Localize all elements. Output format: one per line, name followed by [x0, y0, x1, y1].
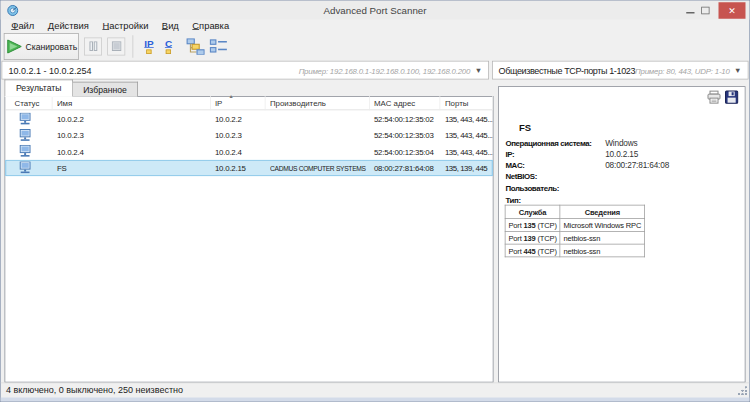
- app-window: Advanced Port Scanner ✕ Файл Действия На…: [0, 0, 750, 402]
- ports-value: Общеизвестные TCP-порты 1-1023: [499, 65, 635, 76]
- ip-range-hint: Пример: 192.168.0.1-192.168.0.100, 192.1…: [299, 66, 471, 75]
- table-header: Статус Имя IP▲ Производитель MAC адрес П…: [5, 96, 493, 110]
- toolbar-separator: [132, 35, 133, 58]
- tab-strip: Результаты Избранное: [5, 80, 138, 97]
- field-label: Пользователь:: [505, 183, 605, 194]
- field-label: Тип:: [505, 194, 605, 205]
- scan-button[interactable]: Сканировать: [4, 33, 79, 60]
- ip-scan-button[interactable]: IP: [140, 33, 158, 59]
- service-row: Port 445 (TCP) netbios-ssn: [505, 244, 645, 257]
- table-row-selected[interactable]: FS 10.0.2.15 CADMUS COMPUTER SYSTEMS 08:…: [5, 160, 493, 176]
- table-row[interactable]: 10.0.2.2 10.0.2.2 52:54:00:12:35:02 135,…: [5, 110, 493, 126]
- menu-file[interactable]: Файл: [5, 20, 42, 31]
- details-panel: FS Операционная система:Windows IP:10.0.…: [498, 86, 745, 382]
- ip-range-input[interactable]: 10.0.2.1 - 10.0.2.254 Пример: 192.168.0.…: [2, 61, 489, 80]
- computer-status-icon: [5, 145, 52, 158]
- detail-hostname: FS: [519, 123, 531, 134]
- table-row[interactable]: 10.0.2.3 10.0.2.3 52:54:00:12:35:03 135,…: [5, 127, 493, 143]
- field-label: IP:: [505, 149, 605, 160]
- field-label: NetBIOS:: [505, 171, 605, 182]
- c-class-icon: C: [165, 39, 172, 49]
- services-col-info: Сведения: [560, 205, 644, 219]
- column-header-manufacturer[interactable]: Производитель: [265, 96, 369, 110]
- column-header-ip[interactable]: IP▲: [211, 96, 266, 110]
- ports-hint: Пример: 80, 443, UDP: 1-10: [635, 66, 730, 75]
- column-header-status[interactable]: Статус: [5, 96, 52, 110]
- close-button[interactable]: ✕: [719, 2, 746, 19]
- field-value: 08:00:27:81:64:08: [605, 160, 669, 171]
- minimize-button[interactable]: [683, 7, 698, 14]
- c-class-button[interactable]: C: [161, 33, 176, 59]
- ports-input[interactable]: Общеизвестные TCP-порты 1-1023 Пример: 8…: [492, 61, 748, 80]
- main-area: Результаты Избранное Статус Имя IP▲ Прои…: [1, 80, 750, 383]
- table-row[interactable]: 10.0.2.4 10.0.2.4 52:54:00:12:35:04 135,…: [5, 143, 493, 159]
- ip-range-value: 10.0.2.1 - 10.0.2.254: [8, 65, 91, 76]
- results-panel: Статус Имя IP▲ Производитель MAC адрес П…: [5, 96, 494, 383]
- window-title: Advanced Port Scanner: [1, 5, 750, 16]
- column-header-mac[interactable]: MAC адрес: [369, 96, 440, 110]
- app-icon: [7, 4, 19, 16]
- maximize-button[interactable]: [698, 6, 713, 14]
- toolbar: Сканировать IP C: [1, 32, 750, 61]
- column-header-name[interactable]: Имя: [52, 96, 210, 110]
- field-label: Операционная система:: [505, 137, 605, 148]
- computer-status-icon: [5, 129, 52, 142]
- pause-icon: [88, 41, 98, 51]
- field-value: Windows: [605, 137, 637, 148]
- chevron-down-icon[interactable]: ▼: [475, 66, 482, 74]
- play-icon: [6, 39, 23, 54]
- status-bar: 4 включено, 0 выключено, 250 неизвестно: [1, 382, 750, 397]
- window-frame-bottom: [1, 397, 750, 401]
- menu-help[interactable]: Справка: [186, 20, 236, 31]
- field-label: MAC:: [505, 160, 605, 171]
- field-value: 10.0.2.15: [605, 149, 638, 160]
- services-col-service: Служба: [505, 205, 560, 219]
- service-row: Port 139 (TCP) netbios-ssn: [505, 232, 645, 245]
- menu-settings[interactable]: Настройки: [96, 20, 155, 31]
- pause-button[interactable]: [84, 37, 102, 55]
- stop-icon: [111, 41, 121, 51]
- tab-favorites[interactable]: Избранное: [73, 82, 138, 97]
- sort-asc-icon: ▲: [229, 93, 234, 98]
- service-row: Port 135 (TCP) Microsoft Windows RPC: [505, 219, 645, 232]
- computer-status-icon: [5, 162, 52, 175]
- status-text: 4 включено, 0 выключено, 250 неизвестно: [6, 385, 183, 396]
- ip-scan-icon: IP: [144, 39, 153, 49]
- detail-fields: Операционная система:Windows IP:10.0.2.1…: [505, 137, 741, 205]
- menu-actions[interactable]: Действия: [41, 20, 96, 31]
- chevron-down-icon[interactable]: ▼: [734, 66, 741, 74]
- stop-button[interactable]: [107, 37, 125, 55]
- column-header-ports[interactable]: Порты: [441, 96, 493, 110]
- computer-status-icon: [5, 112, 52, 125]
- save-button[interactable]: [724, 90, 738, 107]
- menu-bar: Файл Действия Настройки Вид Справка: [1, 20, 750, 32]
- input-row: 10.0.2.1 - 10.0.2.254 Пример: 192.168.0.…: [1, 61, 750, 80]
- title-bar: Advanced Port Scanner ✕: [1, 1, 750, 20]
- menu-view[interactable]: Вид: [155, 20, 185, 31]
- resize-grip[interactable]: [738, 386, 747, 395]
- services-table: Служба Сведения Port 135 (TCP) Microsoft…: [505, 205, 645, 258]
- tree-view-icon: [186, 38, 205, 55]
- list-view-button[interactable]: [208, 33, 230, 59]
- tree-view-button[interactable]: [184, 33, 206, 59]
- tab-results[interactable]: Результаты: [5, 80, 73, 97]
- print-button[interactable]: [706, 90, 721, 107]
- list-view-icon: [209, 38, 228, 55]
